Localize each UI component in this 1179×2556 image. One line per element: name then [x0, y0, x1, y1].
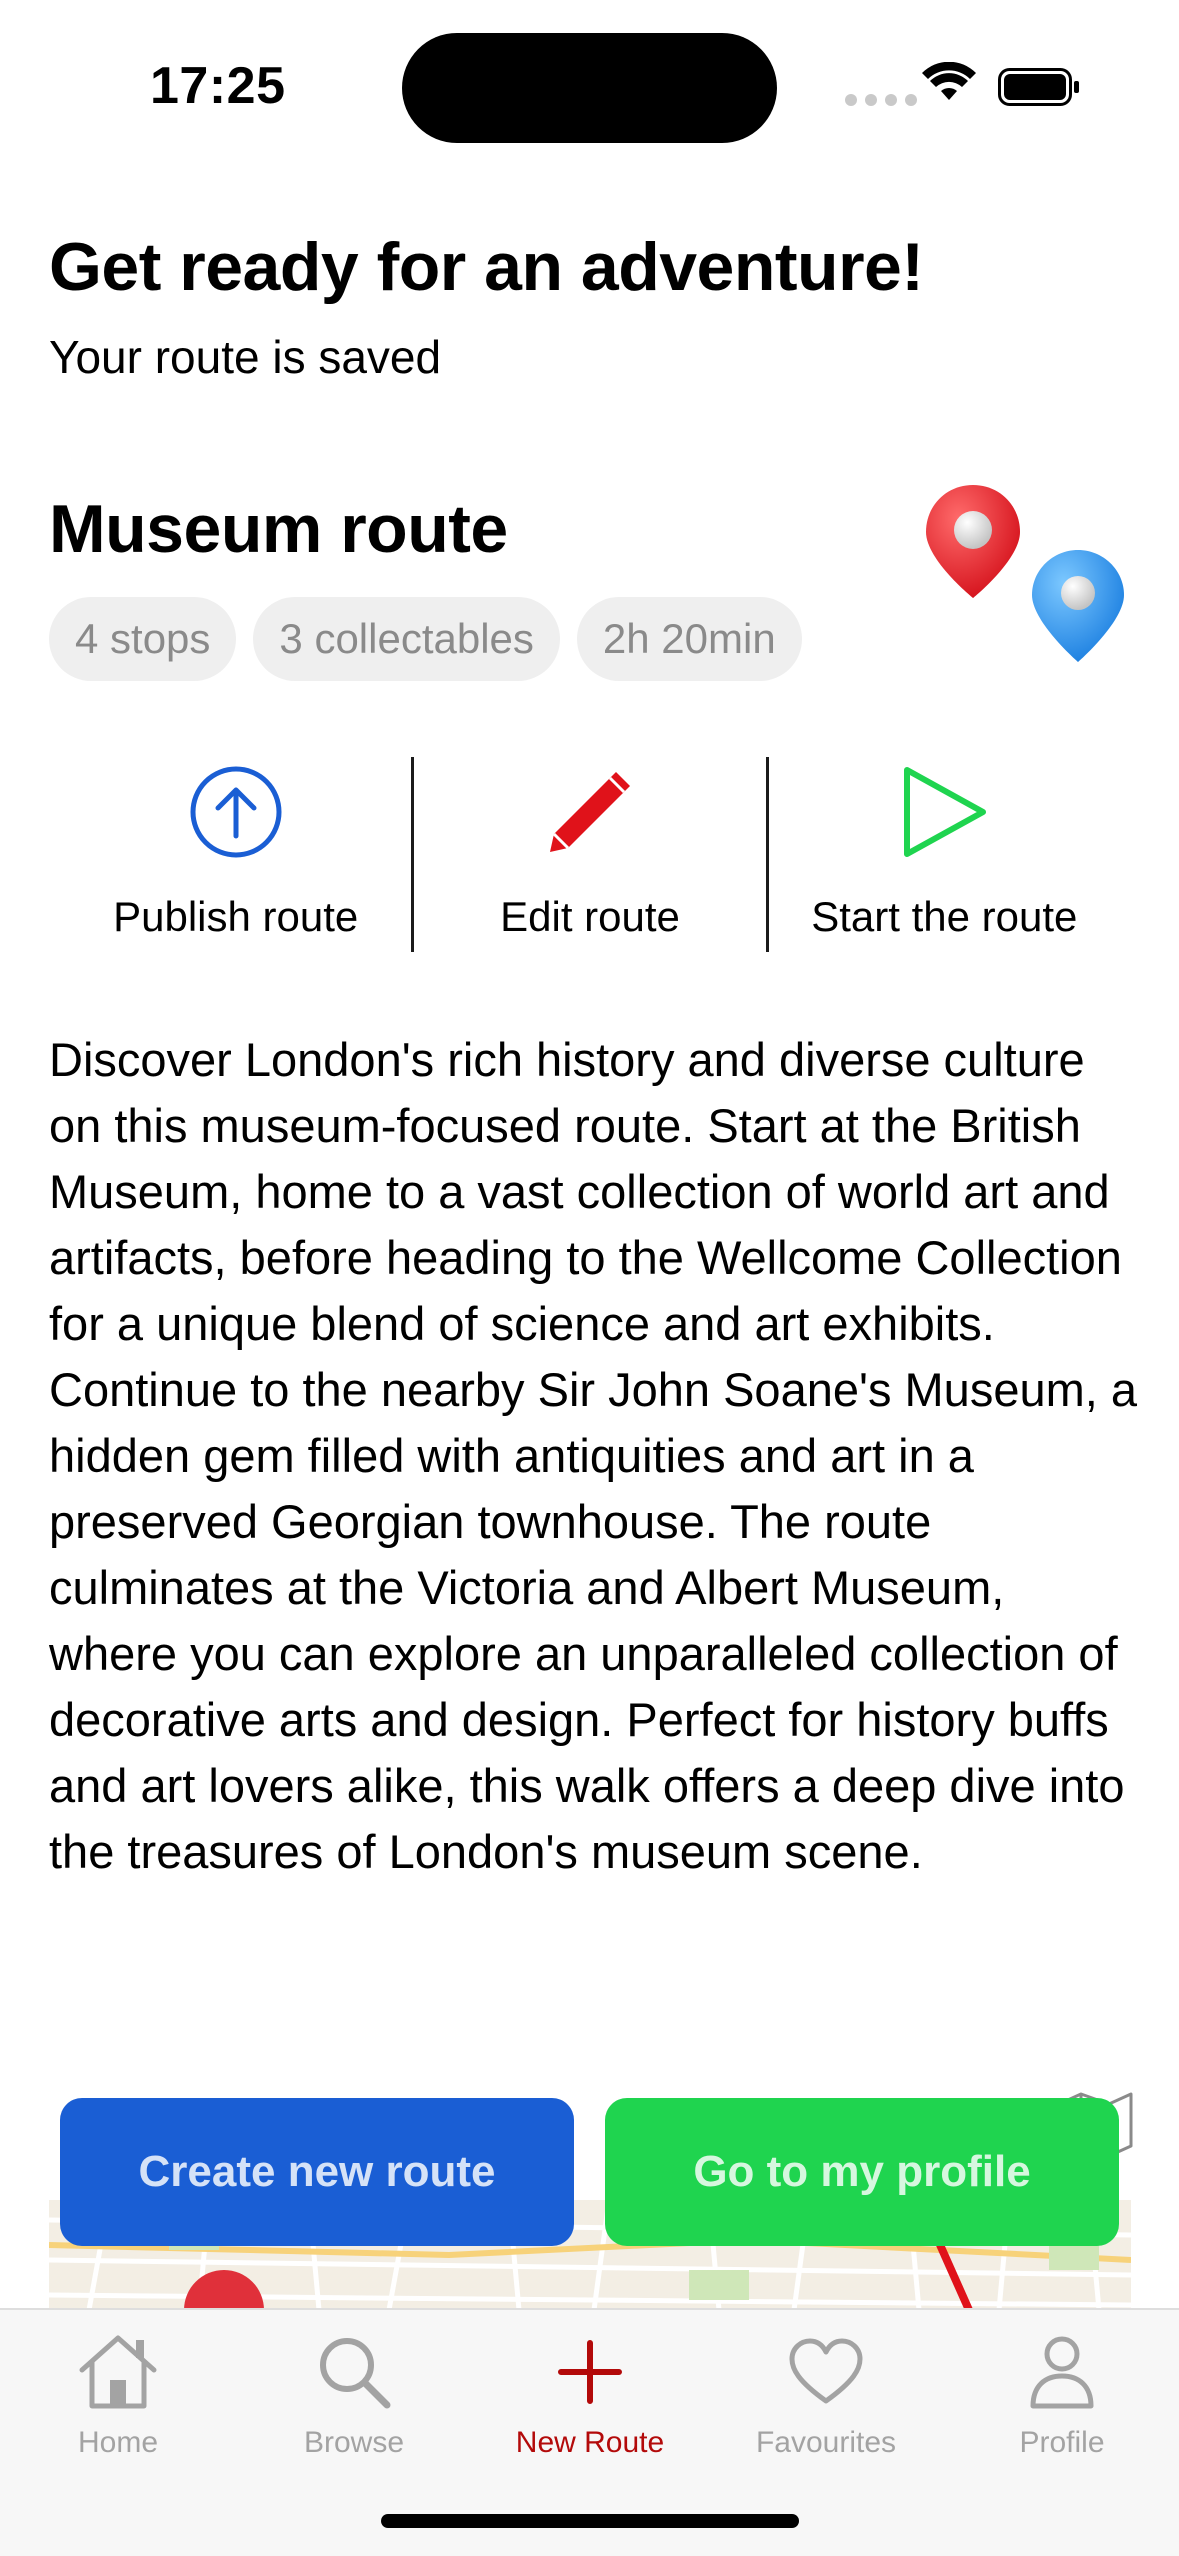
person-icon: [1030, 2336, 1094, 2409]
edit-route-label: Edit route: [500, 893, 680, 940]
tab-home[interactable]: Home: [0, 2324, 236, 2474]
heart-icon: [789, 2338, 863, 2404]
duration-chip: 2h 20min: [576, 597, 802, 681]
dynamic-island: [402, 33, 777, 143]
play-icon: [904, 767, 987, 857]
tab-new-route-label: New Route: [515, 2426, 665, 2459]
status-bar: 17:25: [0, 0, 1179, 170]
start-route-button[interactable]: Start the route: [769, 757, 1120, 952]
map-pins-icon: [926, 485, 1124, 662]
tab-home-label: Home: [77, 2426, 159, 2459]
status-time: 17:25: [150, 57, 286, 115]
tab-browse[interactable]: Browse: [236, 2324, 472, 2474]
route-description-text: Discover London's rich history and diver…: [49, 1033, 1137, 1878]
page-subtitle: Your route is saved: [49, 331, 442, 383]
tab-profile[interactable]: Profile: [944, 2324, 1179, 2474]
search-icon: [320, 2338, 391, 2409]
tab-favourites[interactable]: Favourites: [708, 2324, 944, 2474]
signal-icon: [845, 94, 917, 106]
route-description: Discover London's rich history and diver…: [49, 1027, 1139, 1885]
tab-browse-label: Browse: [303, 2426, 405, 2459]
edit-route-button[interactable]: Edit route: [414, 757, 765, 952]
home-icon: [79, 2335, 157, 2409]
route-name: Museum route: [49, 491, 508, 567]
stops-chip: 4 stops: [49, 597, 237, 681]
route-actions: Publish route Edit route Start the route: [60, 757, 1120, 952]
tab-favourites-label: Favourites: [755, 2426, 897, 2459]
publish-route-label: Publish route: [113, 893, 359, 940]
home-indicator: [381, 2514, 799, 2528]
create-new-route-button[interactable]: Create new route: [60, 2098, 574, 2246]
wifi-icon: [922, 62, 976, 100]
pencil-icon: [550, 772, 630, 852]
go-to-profile-button[interactable]: Go to my profile: [605, 2098, 1119, 2246]
page-title: Get ready for an adventure!: [49, 229, 924, 305]
collectables-chip: 3 collectables: [253, 597, 560, 681]
start-route-label: Start the route: [811, 893, 1078, 940]
tab-new-route[interactable]: New Route: [472, 2324, 708, 2474]
route-chips: 4 stops 3 collectables 2h 20min: [49, 597, 802, 681]
tab-profile-label: Profile: [1019, 2426, 1105, 2459]
publish-arrow-up-icon: [190, 766, 282, 858]
plus-icon: [558, 2340, 622, 2404]
publish-route-button[interactable]: Publish route: [60, 757, 411, 952]
battery-icon: [998, 68, 1079, 106]
